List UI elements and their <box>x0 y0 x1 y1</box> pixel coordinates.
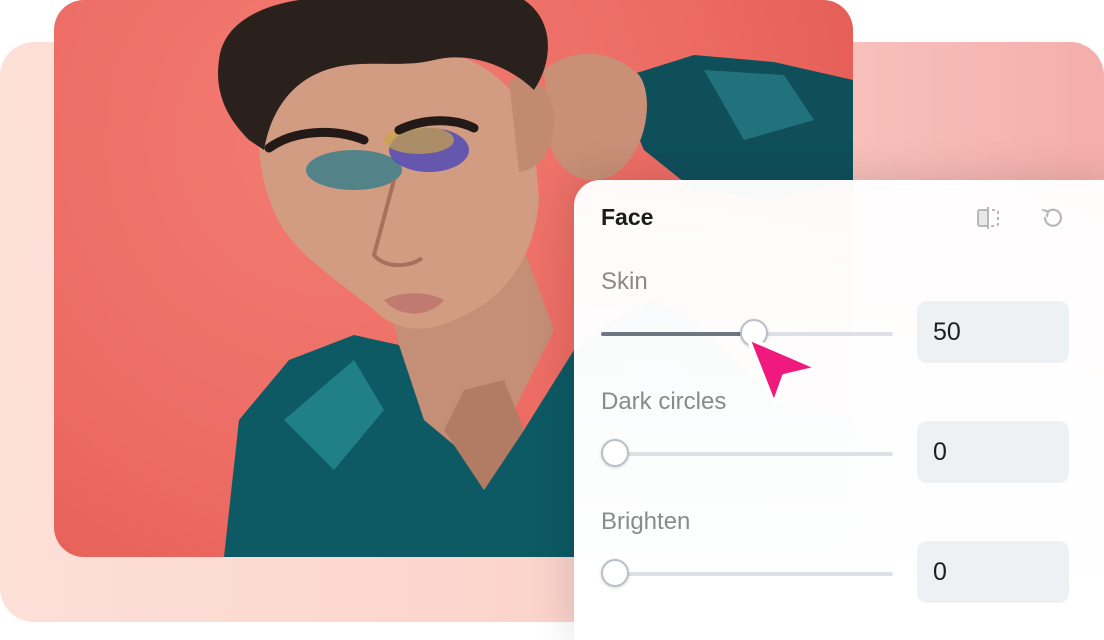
dark-circles-label: Dark circles <box>601 388 727 415</box>
skin-label: Skin <box>601 268 648 295</box>
compare-split-icon[interactable] <box>975 205 1001 231</box>
slider-fill <box>601 332 754 336</box>
slider-track <box>601 572 893 576</box>
skin-value-input[interactable]: 50 <box>917 301 1069 363</box>
slider-thumb[interactable] <box>601 439 629 467</box>
panel-title: Face <box>601 204 654 230</box>
pointer-cursor-icon <box>744 334 822 406</box>
brighten-label: Brighten <box>601 508 691 535</box>
face-adjust-panel: Face Skin 50 Dark circles 0 Brighten 0 <box>574 180 1104 640</box>
dark-circles-slider[interactable] <box>601 439 893 469</box>
slider-thumb[interactable] <box>601 559 629 587</box>
brighten-slider[interactable] <box>601 559 893 589</box>
reset-icon[interactable] <box>1039 205 1065 231</box>
brighten-value-input[interactable]: 0 <box>917 541 1069 603</box>
dark-circles-value-input[interactable]: 0 <box>917 421 1069 483</box>
slider-track <box>601 452 893 456</box>
